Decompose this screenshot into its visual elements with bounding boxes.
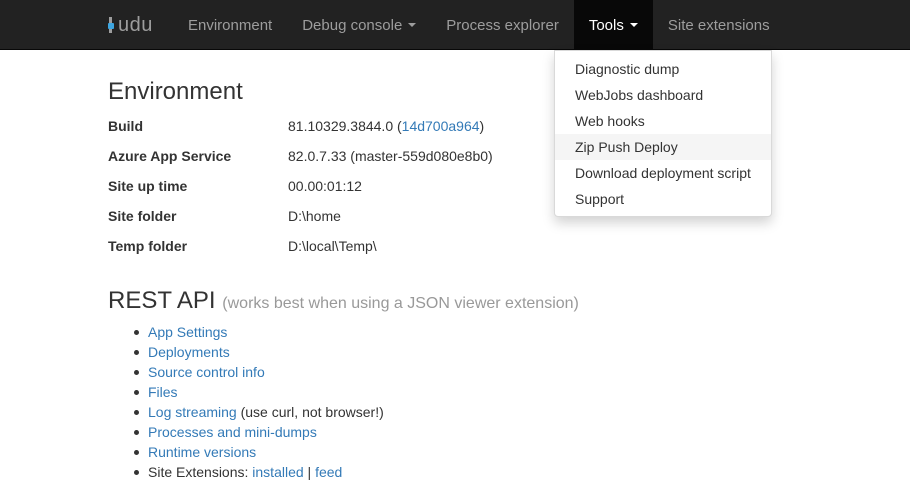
env-row-azure-app-service: Azure App Service 82.0.7.33 (master-559d… <box>108 141 608 171</box>
brand-label: udu <box>118 13 153 36</box>
menu-item-download-deployment-script[interactable]: Download deployment script <box>555 160 771 186</box>
list-item: Source control info <box>134 362 384 382</box>
rest-api-hint: (works best when using a JSON viewer ext… <box>222 295 579 312</box>
top-navbar: udu Environment Debug console Process ex… <box>0 0 910 50</box>
env-row-build: Build 81.10329.3844.0 (14d700a964) <box>108 111 608 141</box>
kudu-logo-icon <box>108 16 120 34</box>
env-label: Build <box>108 118 143 134</box>
nav-environment-label: Environment <box>188 16 273 34</box>
api-link-log-streaming[interactable]: Log streaming <box>148 404 237 420</box>
main-nav: Environment Debug console Process explor… <box>173 0 785 50</box>
api-link-source-control-info[interactable]: Source control info <box>148 364 265 380</box>
env-value: D:\local\Temp\ <box>288 238 377 254</box>
nav-debug-console[interactable]: Debug console <box>287 0 431 50</box>
list-item: App Settings <box>134 322 384 342</box>
chevron-down-icon <box>408 23 417 27</box>
log-streaming-note: (use curl, not browser!) <box>236 404 384 420</box>
environment-heading: Environment <box>108 78 243 105</box>
rest-api-title: REST API <box>108 287 216 314</box>
api-link-deployments[interactable]: Deployments <box>148 344 230 360</box>
env-value: 82.0.7.33 (master-559d080e8b0) <box>288 148 493 164</box>
env-value: D:\home <box>288 208 341 224</box>
separator: | <box>303 464 316 480</box>
build-version: 81.10329.3844.0 ( <box>288 118 402 134</box>
rest-api-list: App Settings Deployments Source control … <box>134 322 384 482</box>
api-link-processes[interactable]: Processes and mini-dumps <box>148 424 317 440</box>
menu-item-web-hooks[interactable]: Web hooks <box>555 108 771 134</box>
nav-tools-label: Tools <box>588 16 624 34</box>
build-suffix: ) <box>479 118 485 134</box>
chevron-down-icon <box>629 23 638 27</box>
env-label: Site folder <box>108 208 177 224</box>
menu-item-diagnostic-dump[interactable]: Diagnostic dump <box>555 56 771 82</box>
list-item: Deployments <box>134 342 384 362</box>
env-label: Temp folder <box>108 238 188 254</box>
kudu-logo[interactable]: udu <box>108 0 153 50</box>
api-link-files[interactable]: Files <box>148 384 178 400</box>
nav-process-explorer[interactable]: Process explorer <box>431 0 574 50</box>
nav-debug-console-label: Debug console <box>302 16 403 34</box>
nav-process-explorer-label: Process explorer <box>446 16 559 34</box>
nav-environment[interactable]: Environment <box>173 0 287 50</box>
list-item: Processes and mini-dumps <box>134 422 384 442</box>
nav-tools[interactable]: Tools <box>573 0 653 50</box>
menu-item-webjobs-dashboard[interactable]: WebJobs dashboard <box>555 82 771 108</box>
api-link-app-settings[interactable]: App Settings <box>148 324 227 340</box>
env-label: Azure App Service <box>108 148 232 164</box>
nav-site-extensions-label: Site extensions <box>667 16 770 34</box>
rest-api-heading: REST API (works best when using a JSON v… <box>108 287 579 315</box>
tools-dropdown-menu: Diagnostic dump WebJobs dashboard Web ho… <box>554 50 772 217</box>
api-link-runtime-versions[interactable]: Runtime versions <box>148 444 256 460</box>
list-item: Runtime versions <box>134 442 384 462</box>
list-item: Log streaming (use curl, not browser!) <box>134 402 384 422</box>
site-extensions-prefix: Site Extensions: <box>148 464 253 480</box>
env-row-temp-folder: Temp folder D:\local\Temp\ <box>108 231 608 261</box>
env-value: 00.00:01:12 <box>288 178 362 194</box>
env-row-site-up-time: Site up time 00.00:01:12 <box>108 171 608 201</box>
build-commit-link[interactable]: 14d700a964 <box>402 118 480 134</box>
list-item: Site Extensions: installed | feed <box>134 462 384 482</box>
menu-item-zip-push-deploy[interactable]: Zip Push Deploy <box>555 134 771 160</box>
env-label: Site up time <box>108 178 188 194</box>
env-value: 81.10329.3844.0 (14d700a964) <box>288 118 484 134</box>
menu-item-support[interactable]: Support <box>555 186 771 212</box>
nav-site-extensions[interactable]: Site extensions <box>653 0 785 50</box>
list-item: Files <box>134 382 384 402</box>
api-link-extensions-feed[interactable]: feed <box>315 464 342 480</box>
api-link-extensions-installed[interactable]: installed <box>252 464 303 480</box>
env-row-site-folder: Site folder D:\home <box>108 201 608 231</box>
